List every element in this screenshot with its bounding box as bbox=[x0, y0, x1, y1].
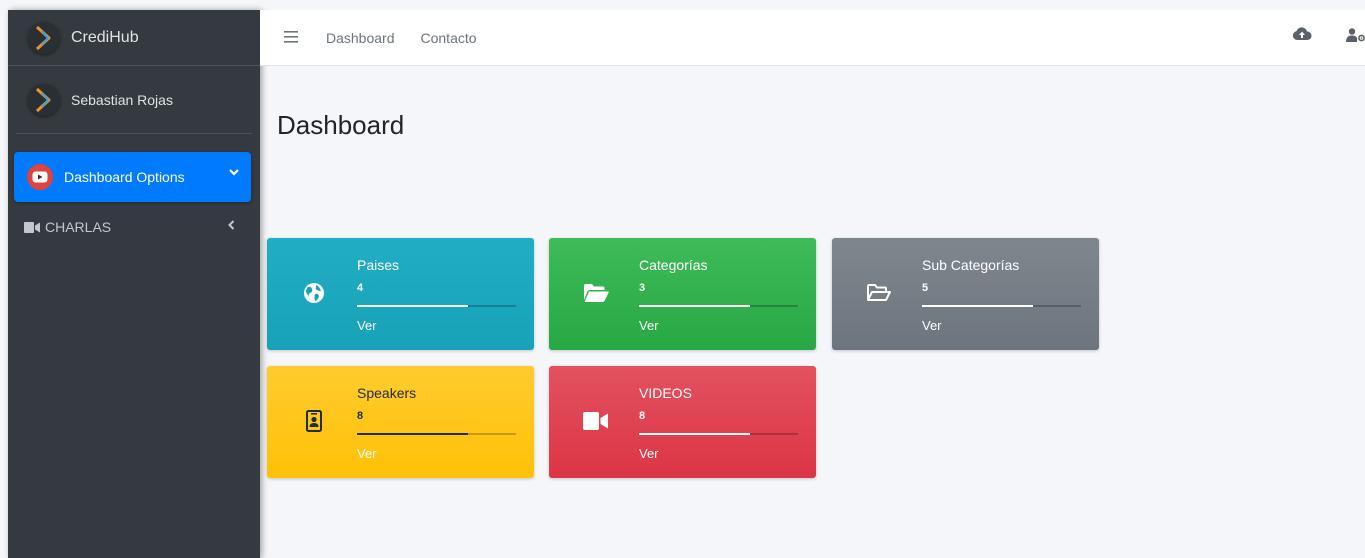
user-name: Sebastian Rojas bbox=[71, 91, 173, 108]
user-avatar bbox=[28, 83, 60, 116]
card-link-ver[interactable]: Ver bbox=[922, 318, 942, 333]
card-paises: Paises 4 Ver bbox=[267, 238, 534, 350]
id-badge-icon bbox=[301, 408, 327, 434]
progress-fill bbox=[357, 305, 469, 307]
cloud-upload-icon[interactable] bbox=[1292, 27, 1312, 46]
card-link-ver[interactable]: Ver bbox=[357, 446, 377, 461]
user-panel[interactable]: Sebastian Rojas bbox=[16, 66, 252, 134]
brand-logo bbox=[28, 21, 60, 54]
card-count: 8 bbox=[639, 410, 646, 422]
progress-bar bbox=[639, 305, 798, 307]
card-count: 4 bbox=[357, 282, 364, 294]
card-count: 5 bbox=[922, 282, 929, 294]
folder-open-icon bbox=[583, 280, 609, 306]
sidebar-item-dashboard-options[interactable]: Dashboard Options bbox=[14, 152, 251, 202]
video-icon bbox=[24, 221, 40, 233]
card-link-ver[interactable]: Ver bbox=[639, 318, 659, 333]
progress-fill bbox=[639, 433, 751, 435]
card-sub-categorias: Sub Categorías 5 Ver bbox=[832, 238, 1099, 350]
brand-name: CrediHub bbox=[71, 28, 139, 46]
card-videos: VIDEOS 8 Ver bbox=[549, 366, 816, 478]
progress-fill bbox=[357, 433, 469, 435]
sidebar-item-label: Dashboard Options bbox=[64, 169, 185, 185]
chevron-left-icon bbox=[228, 218, 235, 233]
youtube-icon bbox=[27, 164, 53, 190]
card-title: Sub Categorías bbox=[922, 257, 1020, 273]
top-navbar: Dashboard Contacto bbox=[260, 10, 1365, 66]
progress-bar bbox=[639, 433, 798, 435]
card-title: Categorías bbox=[639, 257, 708, 273]
card-categorias: Categorías 3 Ver bbox=[549, 238, 816, 350]
progress-bar bbox=[922, 305, 1081, 307]
page-title: Dashboard bbox=[277, 110, 405, 140]
sidebar: CrediHub Sebastian Rojas Dashboard Optio… bbox=[8, 10, 260, 558]
brand-link[interactable]: CrediHub bbox=[8, 10, 260, 66]
card-title: Paises bbox=[357, 257, 400, 273]
globe-icon bbox=[301, 280, 327, 306]
progress-bar bbox=[357, 305, 516, 307]
progress-fill bbox=[639, 305, 751, 307]
nav-link-contacto[interactable]: Contacto bbox=[421, 30, 477, 46]
card-title: Speakers bbox=[357, 385, 417, 401]
card-count: 8 bbox=[357, 410, 364, 422]
card-count: 3 bbox=[639, 282, 646, 294]
chevron-down-icon bbox=[229, 167, 239, 179]
sidebar-item-label: CHARLAS bbox=[45, 219, 112, 235]
progress-bar bbox=[357, 433, 516, 435]
card-link-ver[interactable]: Ver bbox=[639, 446, 659, 461]
progress-fill bbox=[922, 305, 1034, 307]
card-speakers: Speakers 8 Ver bbox=[267, 366, 534, 478]
folder-open-outline-icon bbox=[866, 280, 892, 306]
menu-toggle-icon[interactable] bbox=[284, 27, 298, 48]
user-cog-icon[interactable] bbox=[1346, 28, 1365, 47]
nav-link-dashboard[interactable]: Dashboard bbox=[326, 30, 395, 46]
sidebar-item-charlas[interactable]: CHARLAS bbox=[14, 212, 251, 242]
card-link-ver[interactable]: Ver bbox=[357, 318, 377, 333]
video-camera-icon bbox=[583, 408, 609, 434]
card-title: VIDEOS bbox=[639, 385, 692, 401]
